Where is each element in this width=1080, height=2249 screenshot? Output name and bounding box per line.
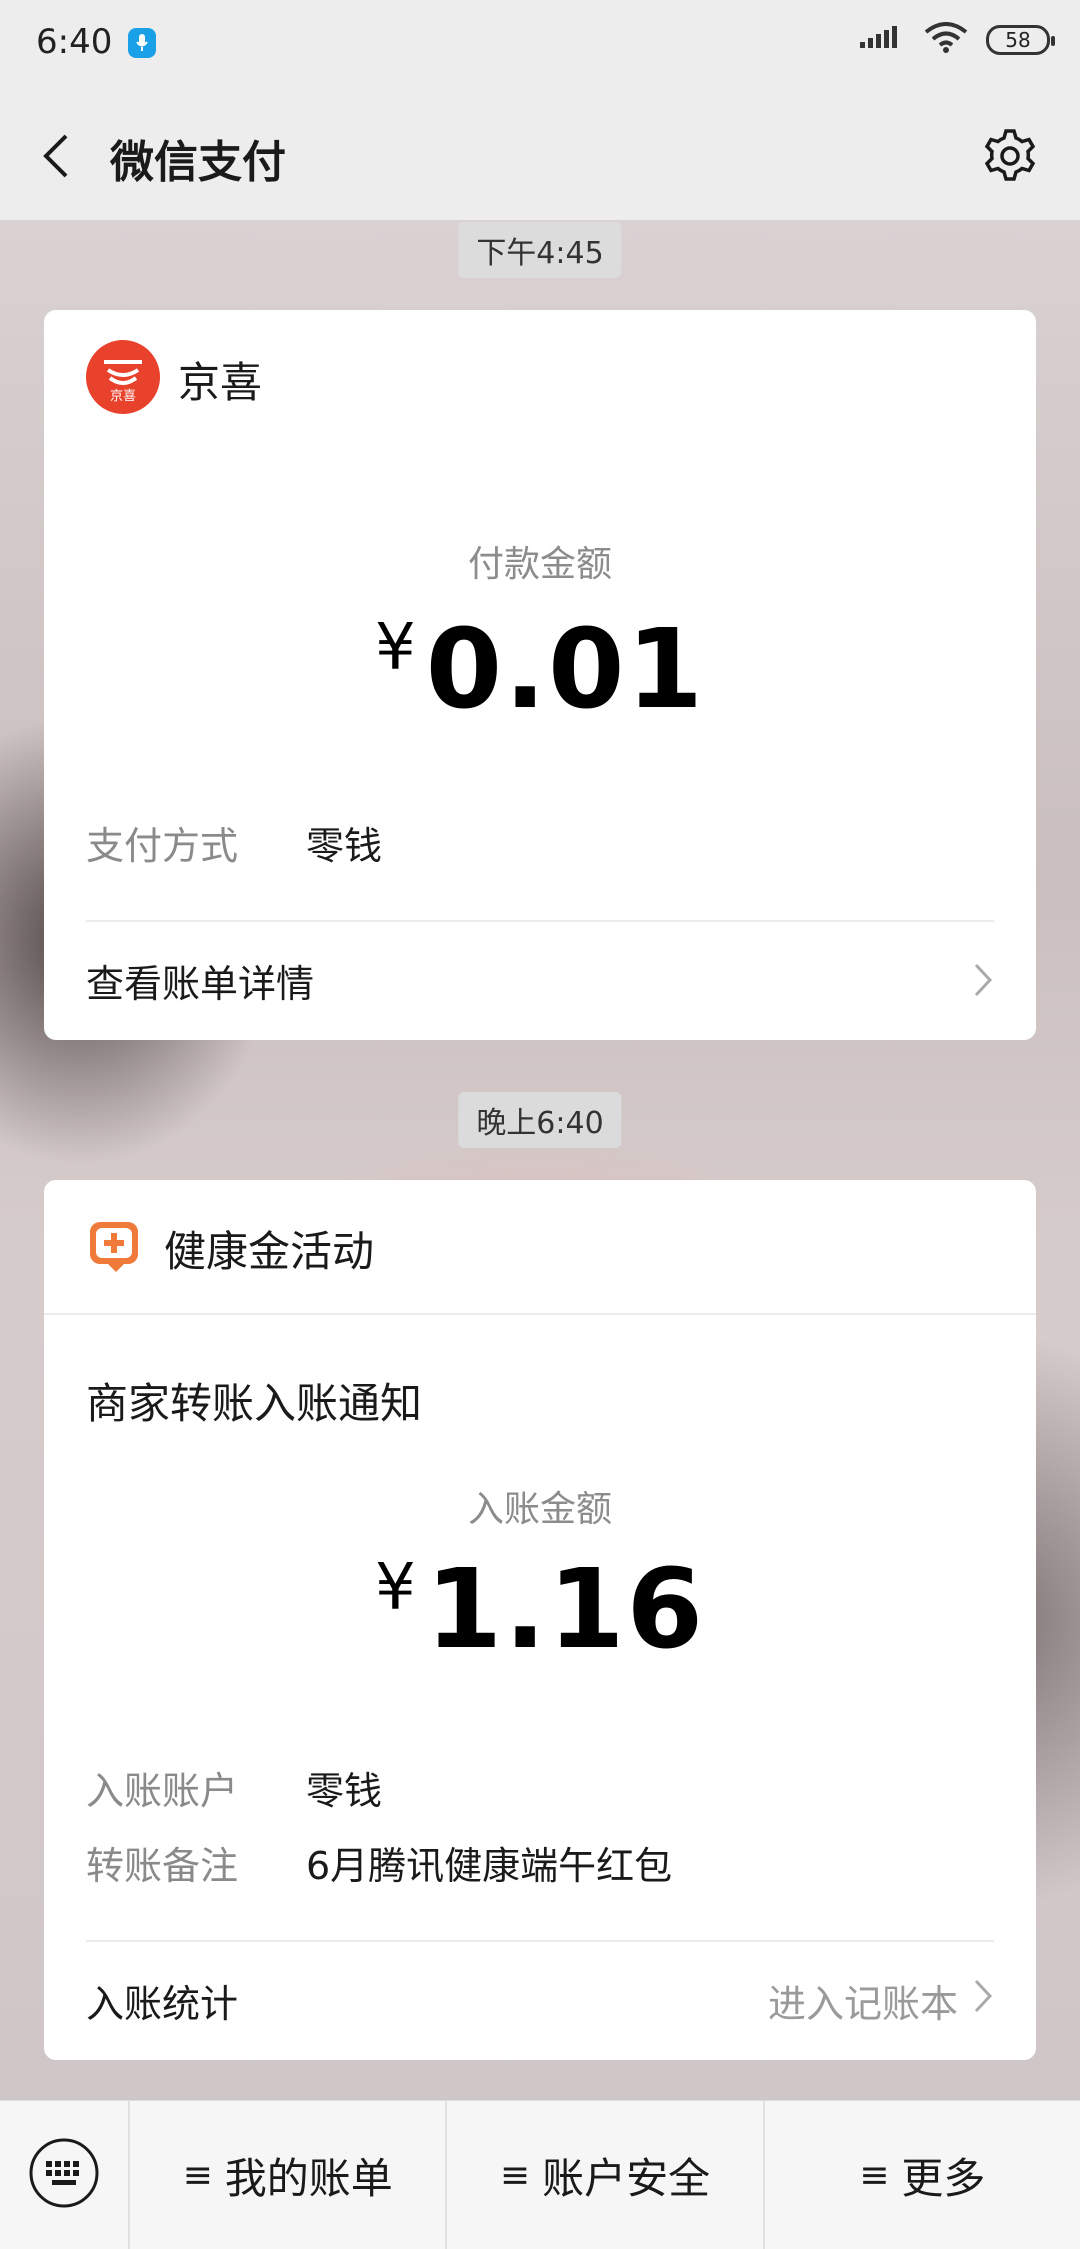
bottom-menu-bar: ≡ 我的账单 ≡ 账户安全 ≡ 更多 bbox=[0, 2100, 1080, 2249]
tab-more[interactable]: ≡ 更多 bbox=[762, 2101, 1080, 2249]
merchant-name: 健康金活动 bbox=[164, 1226, 375, 1276]
receiving-account-row: 入账账户 零钱 bbox=[86, 1760, 382, 1815]
income-stats-link[interactable]: 入账统计 进入记账本 bbox=[86, 1970, 994, 2030]
payment-method-row: 支付方式 零钱 bbox=[86, 815, 382, 870]
app-header: 微信支付 bbox=[0, 90, 1080, 220]
transfer-note-row: 转账备注 6月腾讯健康端午红包 bbox=[86, 1835, 672, 1890]
merchant-name: 京喜 bbox=[178, 357, 263, 407]
amount-label: 付款金额 bbox=[467, 544, 612, 585]
currency-symbol: ¥ bbox=[374, 1551, 416, 1625]
jingxi-logo-icon: 京喜 bbox=[86, 340, 160, 418]
chevron-right-icon bbox=[972, 1977, 994, 2024]
open-ledger-link[interactable]: 进入记账本 bbox=[768, 1973, 994, 2028]
tab-label: 我的账单 bbox=[224, 2153, 393, 2203]
gear-icon[interactable] bbox=[980, 126, 1040, 186]
view-bill-details-link[interactable]: 查看账单详情 bbox=[86, 950, 994, 1010]
divider bbox=[86, 1940, 994, 1942]
divider bbox=[86, 920, 994, 922]
amount-number: 0.01 bbox=[425, 605, 706, 733]
transfer-card[interactable]: 健康金活动 商家转账入账通知 入账金额 ¥1.16 入账账户 零钱 转账备注 6… bbox=[44, 1180, 1036, 2060]
status-time: 6:40 bbox=[36, 22, 113, 62]
link-label: 查看账单详情 bbox=[86, 961, 315, 1006]
link-label: 入账统计 bbox=[86, 1981, 239, 2026]
tab-label: 更多 bbox=[901, 2153, 986, 2203]
currency-symbol: ¥ bbox=[374, 611, 416, 685]
divider bbox=[44, 1313, 1036, 1315]
amount-value: ¥1.16 bbox=[44, 1545, 1036, 1673]
chevron-right-icon bbox=[972, 961, 994, 999]
svg-text:京喜: 京喜 bbox=[110, 389, 136, 404]
menu-icon: ≡ bbox=[499, 2154, 531, 2196]
amount-number: 1.16 bbox=[425, 1545, 706, 1673]
open-ledger-label: 进入记账本 bbox=[767, 1981, 958, 2026]
menu-icon: ≡ bbox=[182, 2154, 213, 2196]
tab-account-security[interactable]: ≡ 账户安全 bbox=[445, 2101, 762, 2249]
back-icon[interactable] bbox=[36, 128, 76, 184]
amount-value: ¥0.01 bbox=[44, 605, 1036, 733]
field-key: 入账账户 bbox=[86, 1769, 239, 1813]
tab-label: 账户安全 bbox=[542, 2153, 711, 2203]
keyboard-toggle-button[interactable] bbox=[0, 2101, 130, 2249]
page-title: 微信支付 bbox=[110, 137, 286, 188]
amount-label: 入账金额 bbox=[467, 1489, 612, 1530]
field-value: 零钱 bbox=[306, 1769, 383, 1813]
field-key: 转账备注 bbox=[86, 1844, 239, 1888]
merchant-row: 健康金活动 bbox=[86, 1216, 374, 1280]
health-plus-icon bbox=[86, 1216, 146, 1280]
merchant-row: 京喜 京喜 bbox=[86, 340, 262, 418]
field-value: 6月腾讯健康端午红包 bbox=[306, 1844, 673, 1888]
microphone-icon bbox=[128, 28, 156, 58]
message-timestamp: 晚上6:40 bbox=[458, 1092, 622, 1148]
field-key: 支付方式 bbox=[86, 824, 239, 868]
keyboard-icon bbox=[28, 2137, 100, 2213]
status-bar: 6:40 58 bbox=[0, 0, 1080, 90]
signal-icon bbox=[860, 24, 906, 56]
notice-title: 商家转账入账通知 bbox=[86, 1370, 422, 1431]
menu-icon: ≡ bbox=[859, 2154, 890, 2196]
payment-card[interactable]: 京喜 京喜 付款金额 ¥0.01 支付方式 零钱 查看账单详情 bbox=[44, 310, 1036, 1040]
battery-icon: 58 bbox=[986, 25, 1055, 55]
field-value: 零钱 bbox=[306, 824, 383, 868]
battery-level: 58 bbox=[1005, 28, 1031, 52]
tab-my-bills[interactable]: ≡ 我的账单 bbox=[130, 2101, 445, 2249]
notice-subtitle: 商家转账入账通知 bbox=[86, 1379, 423, 1428]
message-timestamp: 下午4:45 bbox=[458, 222, 622, 278]
wifi-icon bbox=[924, 22, 968, 58]
